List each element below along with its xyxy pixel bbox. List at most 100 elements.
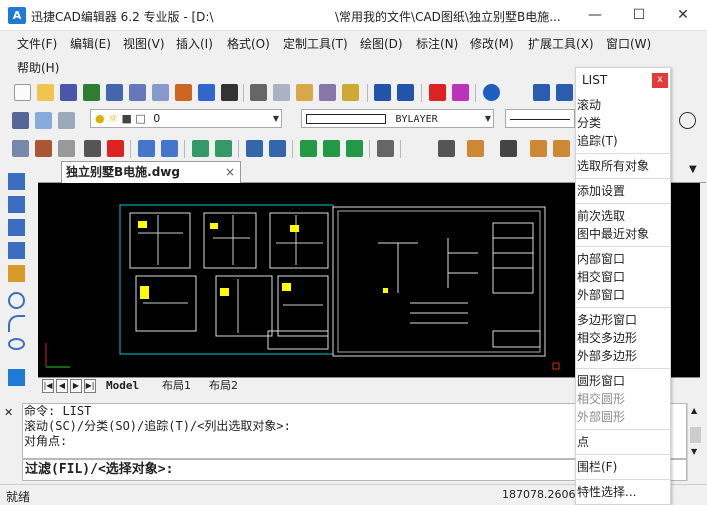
popup-item-polygon-outside[interactable]: 外部多边形 [576, 348, 670, 365]
popup-item-polygon-crossing[interactable]: 相交多边形 [576, 330, 670, 347]
command-scrollbar[interactable]: ▲ ▼ [687, 403, 703, 481]
spline-icon[interactable] [8, 242, 25, 259]
popup-item-window-outside[interactable]: 外部窗口 [576, 287, 670, 304]
popup-item-window-crossing[interactable]: 相交窗口 [576, 269, 670, 286]
popup-close-button[interactable]: x [652, 73, 668, 88]
save-icon[interactable] [60, 84, 77, 101]
menu-insert[interactable]: 插入(I) [176, 35, 213, 52]
menu-window[interactable]: 窗口(W) [606, 35, 651, 52]
popup-item-select-all[interactable]: 选取所有对象 [576, 158, 670, 175]
ungroup-icon[interactable] [35, 140, 52, 157]
rotate-icon[interactable] [161, 140, 178, 157]
menu-modify[interactable]: 修改(M) [470, 35, 514, 52]
minimize-button[interactable]: — [573, 0, 617, 31]
scroll-down-icon[interactable]: ▼ [691, 447, 697, 456]
layers-icon[interactable] [12, 112, 29, 129]
block-icon[interactable] [58, 140, 75, 157]
maximize-button[interactable]: ☐ [617, 0, 661, 31]
explode-icon[interactable] [84, 140, 101, 157]
popup-item-circle-outside[interactable]: 外部圆形 [576, 409, 670, 426]
menu-edit[interactable]: 编辑(E) [70, 35, 111, 52]
binoculars-icon[interactable] [221, 84, 238, 101]
print-preview-icon[interactable] [129, 84, 146, 101]
popup-item-fence[interactable]: 围栏(F) [576, 459, 670, 476]
polyline-edit-icon[interactable] [553, 140, 570, 157]
popup-item-circle-inside[interactable]: 圆形窗口 [576, 373, 670, 390]
prev-layout-icon[interactable]: ◀ [56, 379, 68, 393]
paste-special-icon[interactable] [319, 84, 336, 101]
menu-view[interactable]: 视图(V) [123, 35, 165, 52]
menu-file[interactable]: 文件(F) [17, 35, 57, 52]
export-icon[interactable] [83, 84, 100, 101]
linetype-dropdown[interactable]: BYLAYER ▼ [301, 109, 494, 128]
dimension-style-icon[interactable] [556, 84, 573, 101]
extend-icon[interactable] [323, 140, 340, 157]
next-layout-icon[interactable]: ▶ [70, 379, 82, 393]
tab-layout1[interactable]: 布局1 [162, 378, 191, 394]
close-icon[interactable]: ✕ [4, 406, 13, 419]
copy-icon[interactable] [273, 84, 290, 101]
open-folder-icon[interactable] [37, 84, 54, 101]
match-properties-icon[interactable] [342, 84, 359, 101]
popup-item-last-object[interactable]: 图中最近对象 [576, 226, 670, 243]
mirror-copy-icon[interactable] [215, 140, 232, 157]
group-icon[interactable] [12, 140, 29, 157]
tab-list-chevron-icon[interactable]: ▼ [689, 164, 697, 175]
ellipse-icon[interactable] [8, 338, 25, 350]
pencil-icon[interactable] [8, 265, 25, 282]
polyline-icon[interactable] [8, 196, 25, 213]
fillet-icon[interactable] [530, 140, 547, 157]
move-icon[interactable] [138, 140, 155, 157]
last-layout-icon[interactable]: ▶| [84, 379, 96, 393]
lineweight-dropdown[interactable] [505, 109, 575, 128]
cut-icon[interactable] [250, 84, 267, 101]
tab-model[interactable]: Model [106, 378, 139, 394]
page-setup-icon[interactable] [152, 84, 169, 101]
break-icon[interactable] [346, 140, 363, 157]
menu-dimension[interactable]: 标注(N) [416, 35, 458, 52]
line-icon[interactable] [8, 173, 25, 190]
trim-icon[interactable] [300, 140, 317, 157]
close-button[interactable]: ✕ [661, 0, 705, 31]
first-layout-icon[interactable]: |◀ [42, 379, 54, 393]
menu-draw[interactable]: 绘图(D) [360, 35, 403, 52]
refresh-icon[interactable] [8, 369, 25, 386]
popup-item-add-settings[interactable]: 添加设置 [576, 183, 670, 200]
array-icon[interactable] [246, 140, 263, 157]
tab-layout2[interactable]: 布局2 [209, 378, 238, 394]
popup-item-track[interactable]: 追踪(T) [576, 133, 670, 150]
popup-item-property-select[interactable]: 特性选择... [576, 484, 670, 501]
new-file-icon[interactable] [14, 84, 31, 101]
menu-extensions[interactable]: 扩展工具(X) [528, 35, 594, 52]
popup-item-circle-crossing[interactable]: 相交圆形 [576, 391, 670, 408]
erase-icon[interactable] [107, 140, 124, 157]
paste-icon[interactable] [296, 84, 313, 101]
spellcheck-icon[interactable] [198, 84, 215, 101]
text-style-icon[interactable] [533, 84, 550, 101]
mirror-icon[interactable] [192, 140, 209, 157]
construction-line-icon[interactable] [8, 219, 25, 236]
scroll-up-icon[interactable]: ▲ [691, 406, 697, 415]
layer-previous-icon[interactable] [58, 112, 75, 129]
popup-item-sort[interactable]: 分类 [576, 115, 670, 132]
purge-icon[interactable] [452, 84, 469, 101]
stretch-icon[interactable] [438, 140, 455, 157]
menu-help[interactable]: 帮助(H) [17, 59, 59, 76]
undo-icon[interactable] [374, 84, 391, 101]
menu-tools[interactable]: 定制工具(T) [283, 35, 348, 52]
circle-icon[interactable] [679, 112, 696, 129]
menu-format[interactable]: 格式(O) [227, 35, 270, 52]
close-tab-icon[interactable]: × [225, 162, 235, 182]
3d-box-icon[interactable] [377, 140, 394, 157]
redo-icon[interactable] [397, 84, 414, 101]
layer-dropdown[interactable]: ● ☼ ■ □ 0 ▼ [90, 109, 282, 128]
print-icon[interactable] [106, 84, 123, 101]
popup-item-window-inside[interactable]: 内部窗口 [576, 251, 670, 268]
scroll-thumb[interactable] [690, 427, 701, 443]
layer-state-icon[interactable] [35, 112, 52, 129]
chamfer-icon[interactable] [500, 140, 517, 157]
hatch-icon[interactable] [467, 140, 484, 157]
help-icon[interactable] [483, 84, 500, 101]
popup-item-scroll[interactable]: 滚动 [576, 97, 670, 114]
popup-item-previous[interactable]: 前次选取 [576, 208, 670, 225]
